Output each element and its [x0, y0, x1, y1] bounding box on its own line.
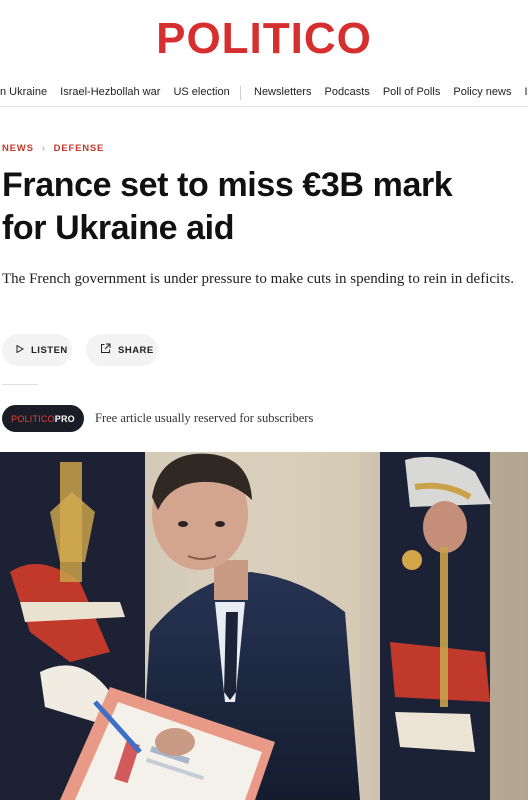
- politico-pro-badge[interactable]: POLITICO PRO: [2, 405, 84, 432]
- nav-item-truncated[interactable]: I: [525, 86, 528, 98]
- article-dek: The French government is under pressure …: [2, 271, 514, 287]
- divider: [2, 384, 38, 385]
- nav-links: Newsletters Podcasts Poll of Polls Polic…: [254, 86, 528, 98]
- nav-item-us-election[interactable]: US election: [173, 86, 229, 98]
- headline-line-1: France set to miss €3B mark: [2, 166, 453, 204]
- listen-label: LISTEN: [31, 344, 68, 356]
- pro-badge-pro: PRO: [54, 413, 75, 424]
- subscriber-note: Free article usually reserved for subscr…: [95, 411, 314, 425]
- politico-logo[interactable]: POLITICO: [0, 14, 528, 64]
- breadcrumb-news[interactable]: NEWS: [2, 143, 34, 154]
- nav-item-podcasts[interactable]: Podcasts: [325, 86, 370, 98]
- headline-line-2: for Ukraine aid: [2, 209, 235, 247]
- nav-item-newsletters[interactable]: Newsletters: [254, 86, 311, 98]
- external-share-icon: [100, 343, 111, 357]
- nav-item-israel-hezbollah-war[interactable]: Israel-Hezbollah war: [60, 86, 160, 98]
- breadcrumb-defense[interactable]: DEFENSE: [54, 143, 104, 154]
- article-headline: France set to miss €3B mark for Ukraine …: [2, 164, 517, 250]
- chevron-right-icon: ›: [41, 143, 46, 154]
- nav-item-policy-news[interactable]: Policy news: [453, 86, 511, 98]
- breadcrumb: NEWS › DEFENSE: [2, 143, 104, 154]
- nav-divider: [240, 86, 241, 100]
- top-nav: n Ukraine Israel-Hezbollah war US electi…: [0, 80, 528, 107]
- nav-topics: n Ukraine Israel-Hezbollah war US electi…: [0, 86, 240, 98]
- share-button[interactable]: SHARE: [86, 334, 158, 366]
- share-label: SHARE: [118, 344, 154, 356]
- pro-badge-brand: POLITICO: [11, 413, 55, 424]
- listen-button[interactable]: LISTEN: [2, 334, 72, 366]
- nav-item-ukraine[interactable]: n Ukraine: [0, 86, 47, 98]
- nav-item-poll-of-polls[interactable]: Poll of Polls: [383, 86, 440, 98]
- play-icon: [16, 344, 24, 356]
- article-hero-image: [0, 452, 528, 800]
